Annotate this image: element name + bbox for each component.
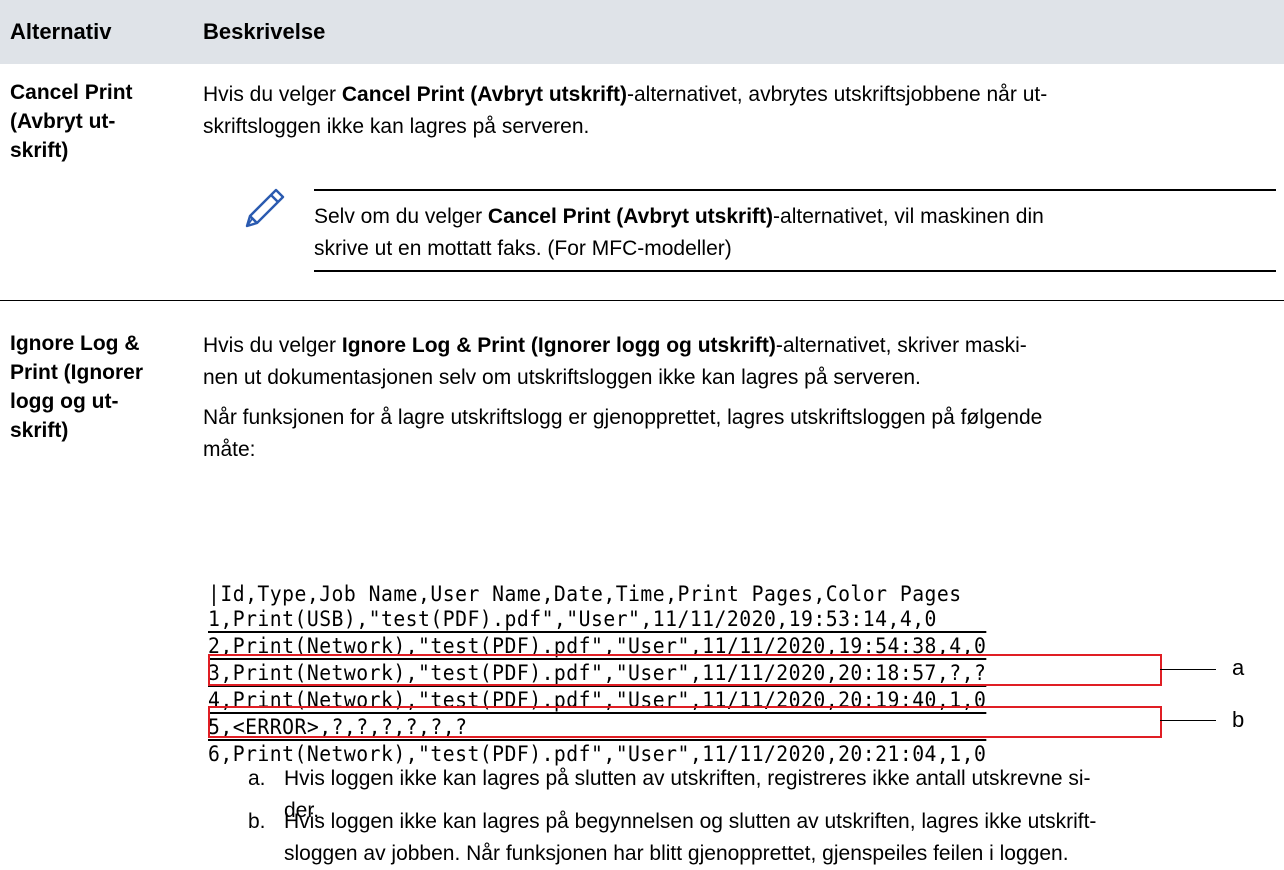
option-cancel-print: Cancel Print (Avbryt ut- skrift) (10, 78, 133, 165)
item-line: Hvis loggen ikke kan lagres på slutten a… (284, 767, 1091, 790)
desc-line: Hvis du velger Cancel Print (Avbryt utsk… (203, 83, 1048, 106)
ignore-log-description: Hvis du velger Ignore Log & Print (Ignor… (203, 330, 1027, 394)
table-header: Alternativ Beskrivelse (0, 0, 1284, 64)
option-line: skrift) (10, 139, 69, 162)
pencil-icon (245, 188, 285, 228)
note-line: Selv om du velger Cancel Print (Avbryt u… (314, 205, 1044, 228)
log-line: 1,Print(USB),"test(PDF).pdf","User",11/1… (208, 606, 987, 633)
desc-line: nen ut dokumentasjonen selv om utskrifts… (203, 366, 921, 389)
option-line: Ignore Log & (10, 332, 140, 355)
note-bottom-rule (314, 270, 1276, 272)
note-top-rule (314, 189, 1276, 191)
option-line: Cancel Print (10, 81, 133, 104)
item-line: sloggen av jobben. Når funksjonen har bl… (284, 842, 1069, 865)
leader-line-a (1160, 669, 1216, 670)
desc-line: skriftsloggen ikke kan lagres på servere… (203, 115, 590, 138)
callout-b: b (1232, 707, 1245, 732)
note-line: skrive ut en mottatt faks. (For MFC-mode… (314, 237, 732, 260)
note-box: Selv om du velger Cancel Print (Avbryt u… (314, 201, 1254, 265)
option-ignore-log-print: Ignore Log & Print (Ignorer logg og ut- … (10, 329, 143, 445)
cancel-print-description: Hvis du velger Cancel Print (Avbryt utsk… (203, 79, 1047, 143)
leader-line-b (1160, 720, 1216, 721)
item-label: b. (248, 810, 266, 833)
desc-line: måte: (203, 438, 256, 461)
option-line: Print (Ignorer (10, 361, 144, 384)
highlight-box-a (208, 654, 1162, 686)
log-line: |Id,Type,Job Name,User Name,Date,Time,Pr… (208, 582, 962, 606)
item-label: a. (248, 767, 266, 790)
header-beskrivelse: Beskrivelse (203, 19, 326, 44)
option-line: (Avbryt ut- (10, 110, 116, 133)
restore-description: Når funksjonen for å lagre utskriftslogg… (203, 402, 1042, 466)
callout-a: a (1232, 655, 1245, 680)
option-line: logg og ut- (10, 390, 119, 413)
item-line: Hvis loggen ikke kan lagres på begynnels… (284, 810, 1097, 833)
desc-line: Hvis du velger Ignore Log & Print (Ignor… (203, 334, 1027, 357)
header-alternativ: Alternativ (10, 19, 112, 44)
desc-line: Når funksjonen for å lagre utskriftslogg… (203, 406, 1043, 429)
highlight-box-b (208, 706, 1162, 738)
row-divider (0, 300, 1284, 301)
option-line: skrift) (10, 419, 69, 442)
